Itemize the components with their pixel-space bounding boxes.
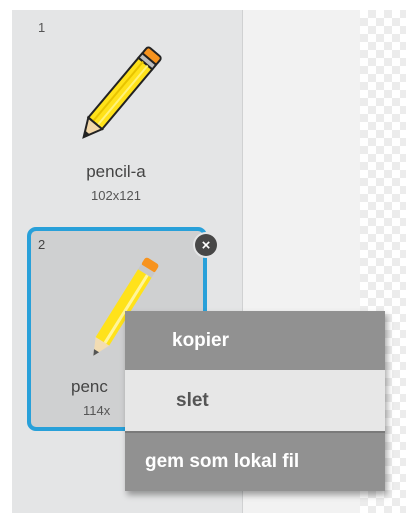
menu-item-copy[interactable]: kopier <box>125 311 385 370</box>
costume-tile[interactable]: 1 pencil-a 102x121 <box>28 12 204 212</box>
delete-costume-button[interactable]: × <box>195 234 217 256</box>
menu-item-delete[interactable]: slet <box>125 370 385 431</box>
costume-name: pencil-a <box>86 162 146 181</box>
context-menu: kopier slet gem som lokal fil <box>125 311 385 491</box>
costume-editor: 1 pencil-a 102x121 2 penc 114x × kopier … <box>0 0 406 513</box>
costume-number: 2 <box>38 237 46 252</box>
close-icon: × <box>201 236 211 254</box>
costume-size: 102x121 <box>91 188 141 203</box>
costume-number: 1 <box>38 20 46 35</box>
pencil-costume-thumbnail <box>82 46 162 139</box>
menu-item-export-local-file[interactable]: gem som lokal fil <box>125 431 385 491</box>
